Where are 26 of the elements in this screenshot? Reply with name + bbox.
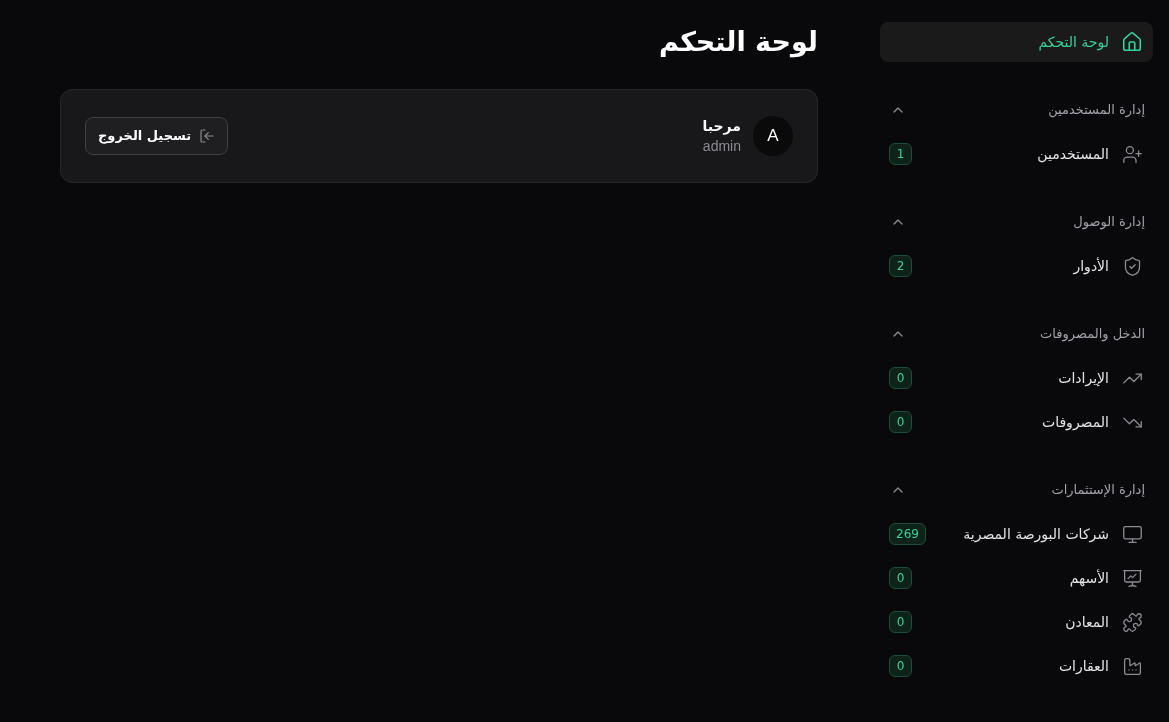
door-arrow-icon bbox=[199, 128, 216, 144]
username-text: admin bbox=[702, 137, 741, 156]
group-header[interactable]: الدخل والمصروفات bbox=[880, 312, 1153, 356]
house-icon bbox=[1121, 31, 1143, 53]
avatar: A bbox=[753, 116, 793, 156]
group-header[interactable]: إدارة المستخدمين bbox=[880, 88, 1153, 132]
count-badge: 269 bbox=[889, 523, 926, 545]
count-badge: 0 bbox=[889, 655, 912, 677]
count-badge: 2 bbox=[889, 255, 912, 277]
group-header[interactable]: إدارة الوصول bbox=[880, 200, 1153, 244]
greeting-text: مرحبا bbox=[702, 117, 741, 136]
sidebar-item[interactable]: لوحة التحكم bbox=[880, 22, 1153, 62]
chart-board-icon bbox=[1122, 567, 1143, 589]
count-badge: 0 bbox=[889, 367, 912, 389]
logout-button[interactable]: تسجيل الخروج bbox=[85, 117, 229, 155]
shield-check-icon bbox=[1122, 255, 1143, 277]
count-badge: 0 bbox=[889, 567, 912, 589]
monitor-icon bbox=[1122, 523, 1143, 545]
count-badge: 0 bbox=[889, 611, 912, 633]
page-title: لوحة التحكم bbox=[658, 25, 818, 60]
puzzle-icon bbox=[1122, 611, 1143, 633]
user-plus-icon bbox=[1122, 143, 1143, 165]
factory-icon bbox=[1122, 655, 1143, 677]
group-header[interactable]: إدارة الإستثمارات bbox=[880, 468, 1153, 512]
count-badge: 1 bbox=[889, 143, 912, 165]
count-badge: 0 bbox=[889, 411, 912, 433]
